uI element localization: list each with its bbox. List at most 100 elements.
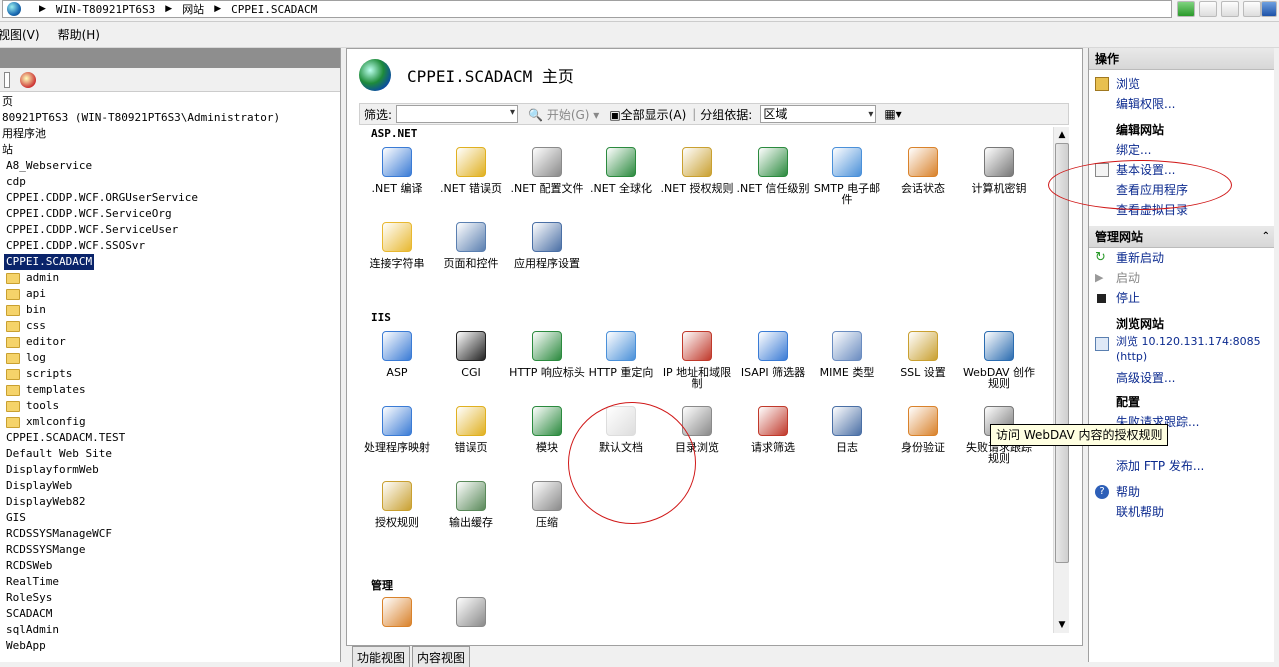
feature-item[interactable]: .NET 授权规则 — [659, 147, 735, 194]
tree-item[interactable]: api — [0, 286, 340, 302]
feature-item[interactable]: 连接字符串 — [359, 222, 435, 269]
tree-item[interactable]: DisplayformWeb — [0, 462, 340, 478]
feature-item[interactable]: .NET 配置文件 — [509, 147, 585, 194]
feature-item[interactable]: 请求筛选 — [735, 406, 811, 453]
tree-item[interactable]: tools — [0, 398, 340, 414]
tree-item[interactable]: RoleSys — [0, 590, 340, 606]
restart-link[interactable]: ↻ 重新启动 — [1089, 248, 1274, 268]
stop-link[interactable]: 停止 — [1089, 288, 1274, 308]
tree-item[interactable]: 站 — [0, 142, 340, 158]
view-applications-link[interactable]: 查看应用程序 — [1089, 180, 1274, 200]
help-link[interactable]: ? 帮助 — [1089, 482, 1274, 502]
tree-item[interactable]: CPPEI.SCADACM.TEST — [0, 430, 340, 446]
feature-item[interactable]: SMTP 电子邮件 — [809, 147, 885, 205]
tab-content-view[interactable]: 内容视图 — [412, 646, 471, 667]
browse-url-protocol[interactable]: (http) — [1089, 350, 1274, 364]
feature-item[interactable]: 应用程序设置 — [509, 222, 585, 269]
feature-item[interactable]: 处理程序映射 — [359, 406, 435, 453]
feature-item[interactable]: IP 地址和域限制 — [659, 331, 735, 389]
browse-url-link[interactable]: 浏览 10.120.131.174:8085 — [1089, 334, 1274, 351]
tree-item[interactable]: SCADACM — [0, 606, 340, 622]
tree-item[interactable]: RCDSSYSMange — [0, 542, 340, 558]
add-ftp-publishing-link[interactable]: 添加 FTP 发布... — [1089, 456, 1274, 476]
tab-features-view[interactable]: 功能视图 — [352, 646, 411, 667]
breadcrumb-sites[interactable]: 网站 — [182, 1, 204, 17]
tree-item[interactable]: CPPEI.CDDP.WCF.ORGUserService — [0, 190, 340, 206]
view-virtual-dirs-link[interactable]: 查看虚拟目录 — [1089, 200, 1274, 220]
tree-item[interactable]: templates — [0, 382, 340, 398]
menu-help[interactable]: 帮助(H) — [58, 26, 100, 43]
feature-item[interactable] — [433, 597, 509, 633]
tree-item[interactable]: 用程序池 — [0, 126, 340, 142]
breadcrumb-site[interactable]: CPPEI.SCADACM — [231, 3, 317, 16]
feature-item[interactable]: 授权规则 — [359, 481, 435, 528]
home-button[interactable] — [1221, 1, 1239, 17]
group-by-select[interactable]: 区域 — [760, 105, 877, 123]
tree-item[interactable]: DisplayWeb82 — [0, 494, 340, 510]
save-connections-icon[interactable] — [4, 71, 10, 88]
start-button[interactable]: 🔍 开始(G) ▾ — [528, 106, 599, 123]
breadcrumb[interactable]: ▶ WIN-T80921PT6S3 ▶ 网站 ▶ CPPEI.SCADACM — [2, 0, 1172, 18]
tree-item[interactable]: 80921PT6S3 (WIN-T80921PT6S3\Administrato… — [0, 110, 340, 126]
bindings-link[interactable]: 绑定... — [1089, 140, 1274, 160]
feature-item[interactable]: 模块 — [509, 406, 585, 453]
tree-item[interactable]: Default Web Site — [0, 446, 340, 462]
tree-item[interactable]: WebApp — [0, 638, 340, 654]
tree-item[interactable]: xmlconfig — [0, 414, 340, 430]
tree-item[interactable]: editor — [0, 334, 340, 350]
feature-item[interactable]: WebDAV 创作规则 — [961, 331, 1037, 389]
feature-item[interactable]: .NET 编译 — [359, 147, 435, 194]
tree-item[interactable]: admin — [0, 270, 340, 286]
help-dropdown-button[interactable] — [1243, 1, 1261, 17]
tree-item[interactable]: DisplayWeb — [0, 478, 340, 494]
edit-permissions-link[interactable]: 编辑权限... — [1089, 94, 1274, 114]
tree-item[interactable]: GIS — [0, 510, 340, 526]
tree-item[interactable]: A8_Webservice — [0, 158, 340, 174]
tree-item[interactable]: 页 — [0, 94, 340, 110]
online-help-link[interactable]: 联机帮助 — [1089, 502, 1274, 522]
feature-item[interactable] — [359, 597, 435, 633]
feature-item[interactable]: MIME 类型 — [809, 331, 885, 378]
scroll-thumb[interactable] — [1055, 143, 1069, 563]
feature-item[interactable]: .NET 全球化 — [583, 147, 659, 194]
breadcrumb-server[interactable]: WIN-T80921PT6S3 — [56, 3, 155, 16]
feature-item[interactable]: 计算机密钥 — [961, 147, 1037, 194]
advanced-settings-link[interactable]: 高级设置... — [1089, 368, 1274, 388]
feature-item[interactable]: ISAPI 筛选器 — [735, 331, 811, 378]
feature-item[interactable]: SSL 设置 — [885, 331, 961, 378]
feature-item[interactable]: 身份验证 — [885, 406, 961, 453]
feature-item[interactable]: 会话状态 — [885, 147, 961, 194]
vertical-scrollbar[interactable]: ▲ ▼ — [1053, 127, 1069, 633]
tree-item[interactable]: sqlAdmin — [0, 622, 340, 638]
filter-input[interactable] — [396, 105, 519, 123]
start-link[interactable]: ▶ 启动 — [1089, 268, 1274, 288]
tree-item[interactable]: RCDSWeb — [0, 558, 340, 574]
feature-item[interactable]: 错误页 — [433, 406, 509, 453]
view-mode-icon[interactable]: ▦▾ — [884, 107, 901, 121]
tree-item[interactable]: RealTime — [0, 574, 340, 590]
feature-item[interactable]: ASP — [359, 331, 435, 378]
refresh-button[interactable] — [1177, 1, 1195, 17]
feature-item[interactable]: .NET 信任级别 — [735, 147, 811, 194]
menu-view[interactable]: 视图(V) — [0, 26, 40, 43]
feature-item[interactable]: 输出缓存 — [433, 481, 509, 528]
tree-item[interactable]: RCDSSYSManageWCF — [0, 526, 340, 542]
feature-item[interactable]: 压缩 — [509, 481, 585, 528]
tree-item[interactable]: cdp — [0, 174, 340, 190]
tree-item[interactable]: bin — [0, 302, 340, 318]
feature-item[interactable]: 目录浏览 — [659, 406, 735, 453]
feature-item[interactable]: .NET 错误页 — [433, 147, 509, 194]
scroll-down-icon[interactable]: ▼ — [1054, 617, 1070, 633]
tree-item[interactable]: CPPEI.SCADACM — [0, 254, 340, 270]
tree-item[interactable]: CPPEI.CDDP.WCF.ServiceOrg — [0, 206, 340, 222]
basic-settings-link[interactable]: 基本设置... — [1089, 160, 1274, 180]
browse-link[interactable]: 浏览 — [1089, 74, 1274, 94]
tree-item[interactable]: CPPEI.CDDP.WCF.ServiceUser — [0, 222, 340, 238]
tree-item[interactable]: CPPEI.CDDP.WCF.SSOSvr — [0, 238, 340, 254]
collapse-icon[interactable]: ⌃ — [1262, 226, 1270, 248]
scroll-up-icon[interactable]: ▲ — [1054, 127, 1070, 143]
stop-icon[interactable] — [1199, 1, 1217, 17]
feature-item[interactable]: HTTP 响应标头 — [509, 331, 585, 378]
show-all-button[interactable]: ▣全部显示(A) — [609, 106, 686, 123]
feature-item[interactable]: 日志 — [809, 406, 885, 453]
